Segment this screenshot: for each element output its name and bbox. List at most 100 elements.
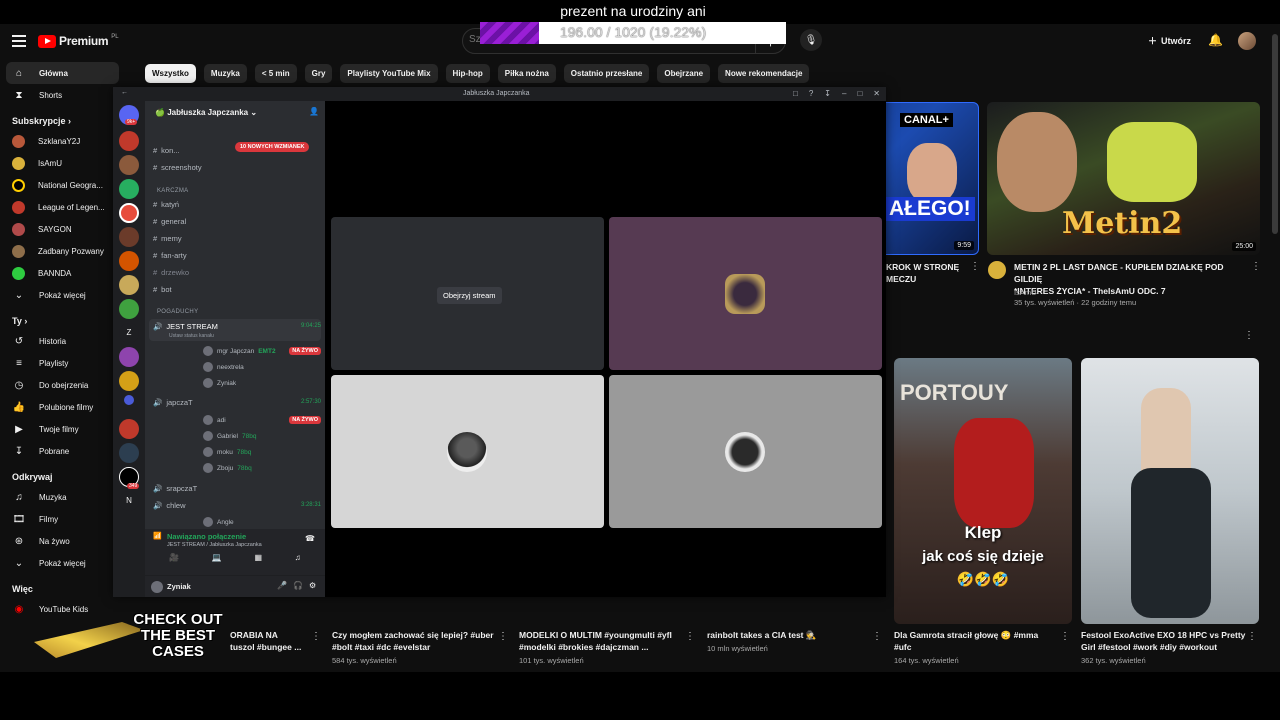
channel-item[interactable]: # general: [153, 217, 186, 226]
short-title[interactable]: ORABIA NA tuszol #bungee ...: [230, 629, 308, 653]
download-icon[interactable]: ↧: [824, 89, 831, 98]
sidebar-item-your-videos[interactable]: ▶ Twoje filmy: [0, 418, 125, 440]
short-title[interactable]: MODELKI O MULTIM #youngmulti #yfl #modelk…: [519, 629, 684, 653]
channel-item[interactable]: # katyń: [153, 200, 179, 209]
short-title[interactable]: Festool ExoActive EXO 18 HPC vs Pretty Gi…: [1081, 629, 1246, 653]
soundboard-icon[interactable]: ♫: [295, 553, 301, 562]
shorts-more-icon[interactable]: ⋮: [1244, 330, 1254, 341]
short-title[interactable]: Dla Gamrota stracił głowę 😳 #mma #ufc: [894, 629, 1059, 653]
sidebar-item-history[interactable]: ↺ Historia: [0, 330, 125, 352]
server-icon[interactable]: [119, 203, 139, 223]
channel-item[interactable]: # kon...: [153, 146, 180, 155]
more-options-icon[interactable]: ⋮: [1060, 631, 1070, 642]
disconnect-icon[interactable]: ☎: [305, 534, 315, 543]
connection-channel[interactable]: JEST STREAM / Jabłuszka Japczanka: [167, 542, 262, 548]
server-icon[interactable]: [119, 275, 139, 295]
server-icon[interactable]: [119, 227, 139, 247]
channel-item[interactable]: # fan-arty: [153, 251, 187, 260]
voice-user[interactable]: Zyniak: [203, 378, 236, 388]
voice-user[interactable]: neextrela: [203, 362, 244, 372]
user-tile[interactable]: [609, 217, 882, 370]
chip[interactable]: Piłka nożna: [497, 64, 556, 83]
chip[interactable]: Hip-hop: [445, 64, 490, 83]
more-options-icon[interactable]: ⋮: [311, 631, 321, 642]
sidebar-sub[interactable]: IsAmU: [0, 152, 125, 174]
add-member-icon[interactable]: 👤: [309, 107, 319, 116]
more-options-icon[interactable]: ⋮: [872, 631, 882, 642]
menu-icon[interactable]: [12, 35, 26, 47]
video-title[interactable]: KROK W STRONĘ MECZU: [886, 261, 959, 285]
microphone-icon[interactable]: 🎤: [277, 581, 287, 590]
activities-icon[interactable]: ▦: [255, 553, 263, 562]
page-scrollbar[interactable]: [1272, 34, 1278, 234]
chip[interactable]: Nowe rekomendacje: [718, 64, 810, 83]
microphone-icon[interactable]: 🎙: [800, 29, 822, 51]
watch-stream-button[interactable]: Obejrzyj stream: [437, 287, 502, 304]
server-name[interactable]: 🍏 Jabłuszka Japczanka ⌄: [155, 108, 257, 117]
close-icon[interactable]: ✕: [873, 89, 880, 98]
channel-item[interactable]: # drzewko: [153, 268, 189, 277]
category-karczma[interactable]: KARCZMA: [157, 188, 188, 194]
sidebar-sub[interactable]: SAYGON: [0, 218, 125, 240]
chip[interactable]: Muzyka: [203, 64, 247, 83]
voice-user[interactable]: Angle: [203, 517, 234, 527]
server-icon[interactable]: [119, 251, 139, 271]
minimize-icon[interactable]: –: [842, 89, 846, 98]
stream-tile[interactable]: Obejrzyj stream: [331, 217, 604, 370]
settings-gear-icon[interactable]: ⚙: [309, 581, 316, 590]
voice-user[interactable]: mgr Japczan EMT2: [203, 346, 276, 356]
sidebar-item-downloads[interactable]: ↧ Pobrane: [0, 440, 125, 462]
signal-icon[interactable]: 📶: [153, 532, 162, 540]
show-more-button[interactable]: ⌄ Pokaż więcej: [0, 552, 125, 574]
sidebar-item-movies[interactable]: 🎞 Filmy: [0, 508, 125, 530]
sidebar-item-playlists[interactable]: ≡ Playlisty: [0, 352, 125, 374]
server-icon[interactable]: [119, 155, 139, 175]
create-button[interactable]: ＋ Utwórz: [1148, 34, 1191, 47]
channel-item[interactable]: # memy: [153, 234, 182, 243]
sidebar-item-shorts[interactable]: ⧗ Shorts: [0, 84, 125, 106]
channel-name[interactable]: IsAmU: [1014, 288, 1037, 297]
folder-icon[interactable]: [124, 395, 134, 405]
help-icon[interactable]: ?: [809, 89, 813, 98]
server-icon[interactable]: Z: [119, 323, 139, 343]
server-icon[interactable]: [119, 131, 139, 151]
short-title[interactable]: Czy mogłem zachować się lepiej? #uber #bo…: [332, 629, 497, 653]
subscriptions-header[interactable]: Subskrypcje ›: [0, 106, 125, 130]
chip[interactable]: Ostatnio przesłane: [563, 64, 650, 83]
connection-status[interactable]: Nawiązano połączenie: [167, 532, 246, 541]
server-icon[interactable]: N: [119, 491, 139, 511]
video-thumbnail[interactable]: Metin2 25:00: [987, 102, 1260, 255]
short-thumbnail[interactable]: [1081, 358, 1259, 624]
bell-icon[interactable]: 🔔: [1208, 33, 1223, 47]
channel-item[interactable]: # bot: [153, 285, 172, 294]
voice-user[interactable]: adi: [203, 415, 226, 425]
voice-user[interactable]: Zboju 78bq: [203, 463, 252, 473]
more-options-icon[interactable]: ⋮: [1247, 631, 1257, 642]
more-options-icon[interactable]: ⋮: [970, 261, 980, 272]
sidebar-sub[interactable]: SzklanaY2J: [0, 130, 125, 152]
chip[interactable]: < 5 min: [254, 64, 297, 83]
voice-channel[interactable]: 🔊 JEST STREAM: [153, 322, 218, 331]
sidebar-item-music[interactable]: ♫ Muzyka: [0, 486, 125, 508]
server-icon[interactable]: [119, 371, 139, 391]
show-more-button[interactable]: ⌄ Pokaż więcej: [0, 284, 125, 306]
account-avatar[interactable]: [1238, 32, 1256, 50]
video-title[interactable]: METIN 2 PL LAST DANCE - KUPIŁEM DZIAŁKĘ …: [1014, 261, 1249, 297]
more-options-icon[interactable]: ⋮: [498, 631, 508, 642]
user-avatar[interactable]: [151, 581, 163, 593]
server-icon[interactable]: [119, 299, 139, 319]
sidebar-item-watch-later[interactable]: ◷ Do obejrzenia: [0, 374, 125, 396]
more-options-icon[interactable]: ⋮: [685, 631, 695, 642]
sidebar-item-home[interactable]: ⌂ Główna: [6, 62, 119, 84]
username[interactable]: Zyniak: [167, 582, 191, 591]
voice-channel[interactable]: 🔊 srapczaT: [153, 484, 197, 493]
you-header[interactable]: Ty ›: [0, 306, 125, 330]
short-title[interactable]: rainbolt takes a CIA test 🕵️: [707, 629, 872, 641]
server-icon[interactable]: [119, 179, 139, 199]
sidebar-item-liked[interactable]: 👍 Polubione filmy: [0, 396, 125, 418]
chip[interactable]: Obejrzane: [657, 64, 711, 83]
chip[interactable]: Wszystko: [145, 64, 196, 83]
short-thumbnail[interactable]: PORTOUY Klep jak coś się dzieje 🤣🤣🤣: [894, 358, 1072, 624]
server-icon[interactable]: [119, 443, 139, 463]
voice-channel[interactable]: 🔊 japczaT: [153, 398, 193, 407]
